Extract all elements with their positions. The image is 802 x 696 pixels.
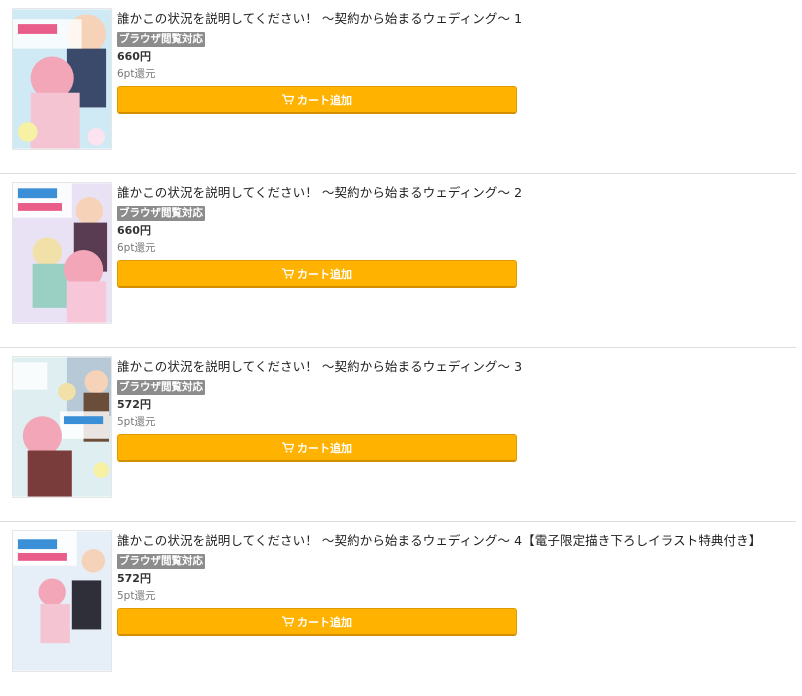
product-list: 誰かこの状況を説明してください！ ～契約から始まるウェディング～ 1 ブラウザ閲… [0,0,802,696]
browser-viewing-badge: ブラウザ閲覧対応 [117,32,205,47]
cart-icon [282,616,294,627]
browser-viewing-badge: ブラウザ閲覧対応 [117,380,205,395]
cart-icon [282,442,294,453]
cart-icon [282,268,294,279]
cover-illustration-icon [13,531,111,671]
item-title[interactable]: 誰かこの状況を説明してください！ ～契約から始まるウェディング～ 2 [117,185,777,201]
add-to-cart-label: カート追加 [297,441,352,455]
book-cover-image[interactable] [12,8,112,150]
book-cover-image[interactable] [12,530,112,672]
list-item: 誰かこの状況を説明してください！ ～契約から始まるウェディング～ 3 ブラウザ閲… [0,348,796,522]
book-cover-image[interactable] [12,356,112,498]
cover-illustration-icon [13,357,111,497]
add-to-cart-label: カート追加 [297,93,352,107]
add-to-cart-label: カート追加 [297,615,352,629]
item-info: 誰かこの状況を説明してください！ ～契約から始まるウェディング～ 2 ブラウザ閲… [117,182,777,288]
item-points: 5pt還元 [117,590,156,602]
item-title[interactable]: 誰かこの状況を説明してください！ ～契約から始まるウェディング～ 1 [117,11,777,27]
item-points: 6pt還元 [117,68,156,80]
item-points: 6pt還元 [117,242,156,254]
item-price: 572円 [117,398,151,411]
add-to-cart-button[interactable]: カート追加 [117,608,517,636]
list-item: 誰かこの状況を説明してください！ ～契約から始まるウェディング～ 2 ブラウザ閲… [0,174,796,348]
add-to-cart-button[interactable]: カート追加 [117,86,517,114]
add-to-cart-label: カート追加 [297,267,352,281]
list-item: 誰かこの状況を説明してください！ ～契約から始まるウェディング～ 1 ブラウザ閲… [0,0,796,174]
add-to-cart-button[interactable]: カート追加 [117,434,517,462]
item-info: 誰かこの状況を説明してください！ ～契約から始まるウェディング～ 3 ブラウザ閲… [117,356,777,462]
item-price: 660円 [117,224,151,237]
cover-illustration-icon [13,183,111,323]
add-to-cart-button[interactable]: カート追加 [117,260,517,288]
browser-viewing-badge: ブラウザ閲覧対応 [117,206,205,221]
item-points: 5pt還元 [117,416,156,428]
cart-icon [282,94,294,105]
item-price: 660円 [117,50,151,63]
list-item: 誰かこの状況を説明してください！ ～契約から始まるウェディング～ 4【電子限定描… [0,522,796,696]
item-title[interactable]: 誰かこの状況を説明してください！ ～契約から始まるウェディング～ 3 [117,359,777,375]
item-info: 誰かこの状況を説明してください！ ～契約から始まるウェディング～ 4【電子限定描… [117,530,777,636]
cover-illustration-icon [13,9,111,149]
item-price: 572円 [117,572,151,585]
browser-viewing-badge: ブラウザ閲覧対応 [117,554,205,569]
book-cover-image[interactable] [12,182,112,324]
item-info: 誰かこの状況を説明してください！ ～契約から始まるウェディング～ 1 ブラウザ閲… [117,8,777,114]
item-title[interactable]: 誰かこの状況を説明してください！ ～契約から始まるウェディング～ 4【電子限定描… [117,533,777,549]
